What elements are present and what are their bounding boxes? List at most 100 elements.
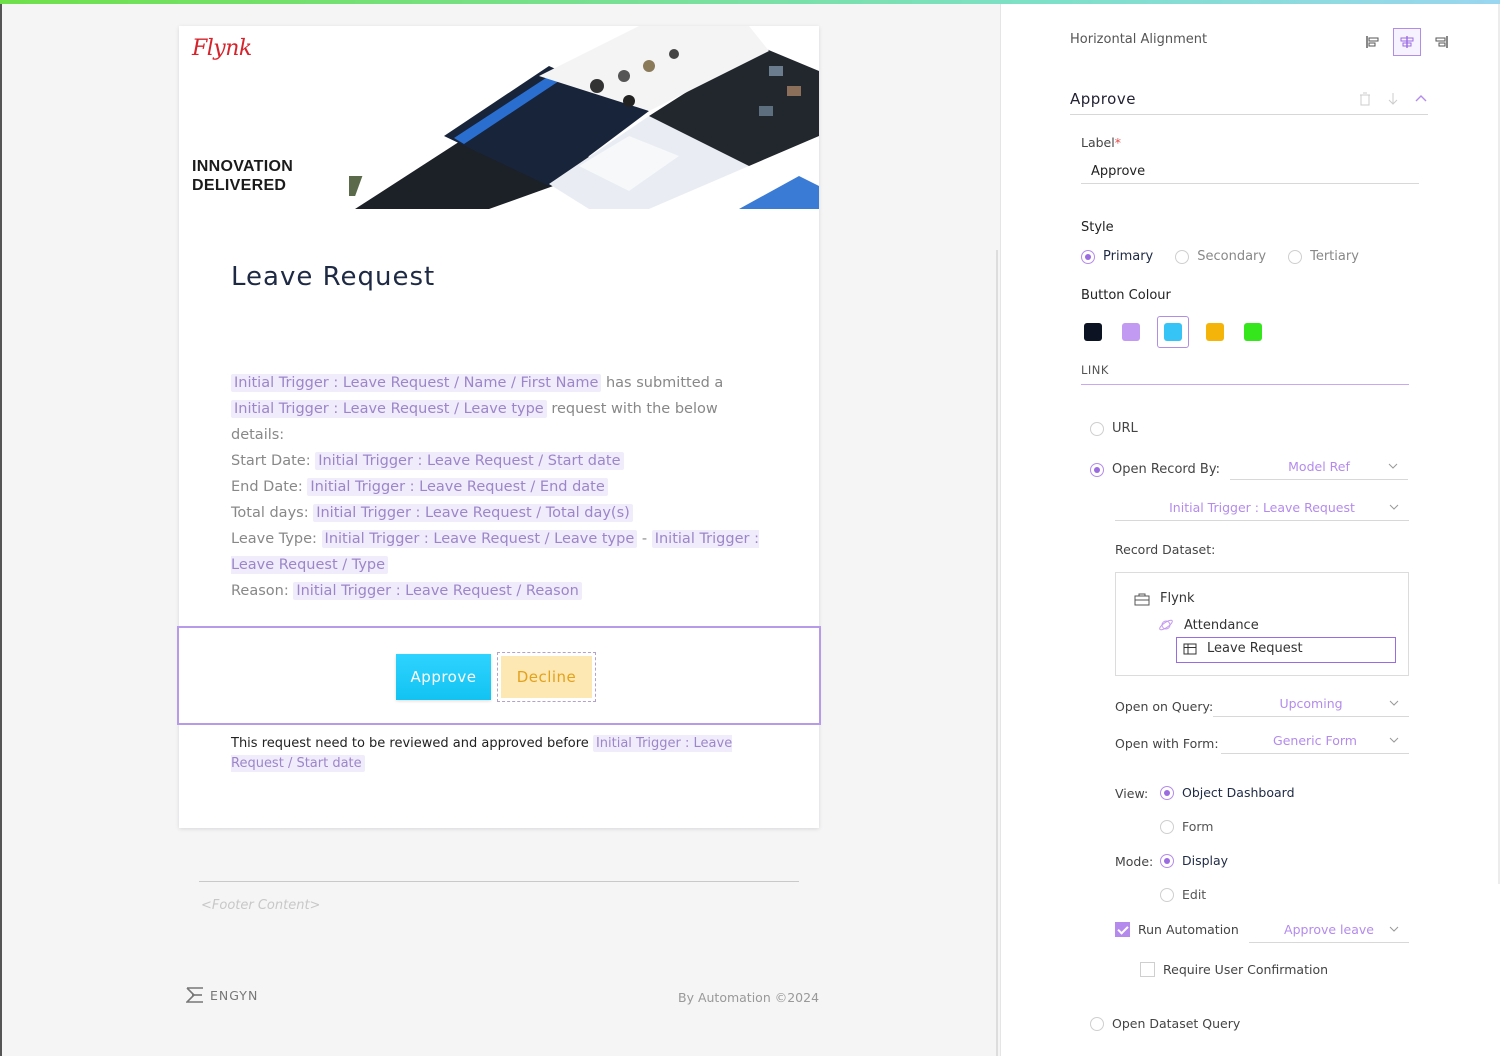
- product-screenshots-image: [349, 26, 819, 209]
- radio-primary[interactable]: [1081, 249, 1095, 264]
- radio-url[interactable]: [1090, 421, 1104, 436]
- flynk-logo: Flynk: [192, 36, 252, 61]
- style-option-secondary[interactable]: Secondary: [1175, 249, 1266, 264]
- delete-icon[interactable]: [1358, 92, 1372, 106]
- open-with-form-value: Generic Form: [1273, 733, 1357, 748]
- radio-object-dashboard[interactable]: [1160, 785, 1174, 800]
- link-section-header[interactable]: LINK: [1081, 363, 1409, 385]
- mode-option-display[interactable]: Display: [1160, 853, 1228, 868]
- style-caption: Style: [1081, 220, 1114, 235]
- view-option-dashboard[interactable]: Object Dashboard: [1160, 785, 1295, 800]
- align-left-button[interactable]: [1359, 28, 1387, 56]
- model-ref-select[interactable]: Initial Trigger : Leave Request: [1115, 495, 1409, 521]
- open-record-select[interactable]: Model Ref: [1230, 454, 1408, 480]
- require-confirmation-checkbox[interactable]: [1140, 962, 1155, 977]
- approve-section-header[interactable]: Approve: [1070, 90, 1428, 115]
- reason-line: Reason: Initial Trigger : Leave Request …: [231, 578, 771, 604]
- reason-label: Reason:: [231, 583, 294, 599]
- run-automation-select[interactable]: Approve leave: [1249, 917, 1409, 943]
- radio-open-dataset-query[interactable]: [1090, 1016, 1104, 1031]
- colour-swatch-navy[interactable]: [1081, 320, 1105, 344]
- require-confirmation-option[interactable]: Require User Confirmation: [1140, 962, 1328, 977]
- radio-edit[interactable]: [1160, 887, 1174, 902]
- tree-node-leave-request[interactable]: Leave Request: [1176, 637, 1396, 663]
- swatch-fill: [1206, 323, 1224, 341]
- radio-tertiary[interactable]: [1288, 249, 1303, 264]
- view-option-form[interactable]: Form: [1160, 819, 1214, 834]
- chevron-down-icon: [1389, 926, 1399, 932]
- align-left-icon: [1366, 36, 1379, 48]
- radio-secondary[interactable]: [1175, 249, 1190, 264]
- model-ref-value: Initial Trigger : Leave Request: [1169, 500, 1355, 515]
- table-icon: [1183, 643, 1197, 654]
- radio-form[interactable]: [1160, 819, 1174, 834]
- style-tertiary-label: Tertiary: [1310, 249, 1359, 264]
- style-option-tertiary[interactable]: Tertiary: [1288, 249, 1359, 264]
- briefcase-icon: [1134, 593, 1150, 605]
- url-label: URL: [1112, 421, 1138, 436]
- arrow-down-icon[interactable]: [1386, 92, 1400, 106]
- mode-label: Mode:: [1115, 854, 1154, 869]
- engyn-label: ENGYN: [210, 987, 259, 1003]
- separator: -: [637, 531, 652, 547]
- end-date-line: End Date: Initial Trigger : Leave Reques…: [231, 474, 771, 500]
- horizontal-alignment-label: Horizontal Alignment: [1070, 32, 1208, 47]
- selected-button-block[interactable]: Approve Decline: [177, 626, 821, 725]
- email-banner[interactable]: Flynk INNOVATION DELIVERED: [179, 26, 819, 209]
- tree-child-label: Attendance: [1184, 617, 1259, 633]
- tree-node-flynk[interactable]: Flynk: [1134, 591, 1195, 606]
- swatch-fill: [1244, 323, 1262, 341]
- chevron-up-icon[interactable]: [1414, 92, 1428, 106]
- open-dataset-query-label: Open Dataset Query: [1112, 1016, 1241, 1031]
- run-automation-option[interactable]: Run Automation: [1115, 922, 1239, 937]
- review-note[interactable]: This request need to be reviewed and app…: [231, 734, 751, 774]
- approve-button[interactable]: Approve: [396, 654, 491, 700]
- decline-button[interactable]: Decline: [497, 652, 596, 702]
- leave-type-line: Leave Type: Initial Trigger : Leave Requ…: [231, 526, 771, 578]
- banner-tagline: INNOVATION DELIVERED: [192, 157, 293, 195]
- end-date-label: End Date:: [231, 479, 308, 495]
- align-center-icon: [1400, 36, 1414, 48]
- chevron-down-icon: [1389, 737, 1399, 743]
- leave-type-label: Leave Type:: [231, 531, 322, 547]
- email-title[interactable]: Leave Request: [231, 262, 435, 292]
- canvas-scrollbar[interactable]: [996, 250, 998, 1056]
- link-option-url[interactable]: URL: [1090, 421, 1138, 436]
- button-colour-caption: Button Colour: [1081, 288, 1171, 303]
- planet-icon: [1159, 619, 1173, 631]
- mode-option-edit[interactable]: Edit: [1160, 887, 1206, 902]
- open-on-query-select[interactable]: Upcoming: [1213, 691, 1409, 717]
- body-text: has submitted a: [601, 375, 724, 391]
- alignment-toggle-group: [1359, 28, 1455, 56]
- colour-swatch-green[interactable]: [1241, 320, 1265, 344]
- open-record-label: Open Record By:: [1112, 462, 1220, 477]
- tagline-line-2: DELIVERED: [192, 177, 287, 194]
- start-date-line: Start Date: Initial Trigger : Leave Requ…: [231, 448, 771, 474]
- run-automation-value: Approve leave: [1284, 922, 1374, 937]
- by-automation-text: By Automation ©2024: [678, 990, 820, 1005]
- colour-swatch-amber[interactable]: [1203, 320, 1227, 344]
- total-days-label: Total days:: [231, 505, 314, 521]
- radio-open-record[interactable]: [1090, 462, 1104, 477]
- style-primary-label: Primary: [1103, 249, 1154, 264]
- footer-content-placeholder[interactable]: <Footer Content>: [201, 898, 320, 913]
- align-center-button[interactable]: [1393, 28, 1421, 56]
- merge-token: Initial Trigger : Leave Request / Reason: [293, 582, 582, 600]
- colour-swatch-cyan[interactable]: [1157, 316, 1189, 348]
- email-body[interactable]: Initial Trigger : Leave Request / Name /…: [231, 370, 771, 604]
- tree-node-attendance[interactable]: Attendance: [1158, 617, 1259, 633]
- style-option-primary[interactable]: Primary: [1081, 249, 1153, 264]
- radio-display[interactable]: [1160, 853, 1174, 868]
- link-option-open-dataset-query[interactable]: Open Dataset Query: [1090, 1016, 1240, 1031]
- label-input[interactable]: [1081, 160, 1419, 184]
- align-right-button[interactable]: [1427, 28, 1455, 56]
- properties-panel: Horizontal Alignment Approve Label* Styl…: [1000, 4, 1500, 1056]
- section-title: Approve: [1070, 90, 1136, 108]
- run-automation-checkbox[interactable]: [1115, 922, 1130, 937]
- merge-token: Initial Trigger : Leave Request / Name /…: [231, 374, 602, 392]
- link-option-open-record[interactable]: Open Record By:: [1090, 462, 1220, 477]
- colour-swatch-lilac[interactable]: [1119, 320, 1143, 344]
- merge-token: Initial Trigger : Leave Request / Leave …: [231, 400, 547, 418]
- engyn-logo-icon: [186, 987, 203, 1003]
- open-with-form-select[interactable]: Generic Form: [1221, 728, 1409, 754]
